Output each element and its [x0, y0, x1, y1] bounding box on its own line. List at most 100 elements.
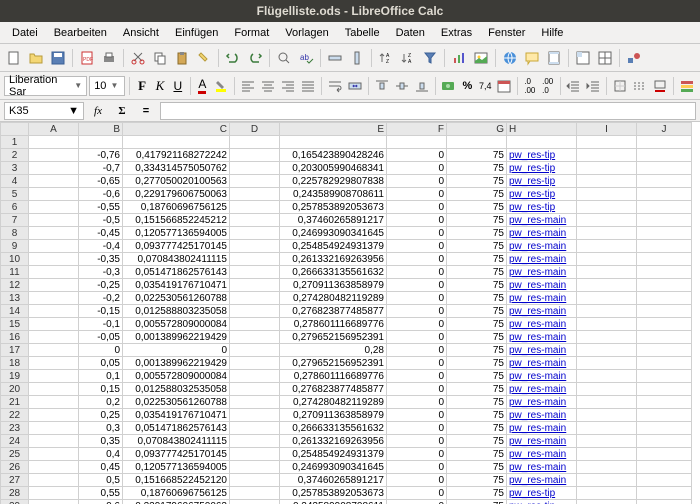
row-header[interactable]: 12 — [1, 279, 29, 292]
cell[interactable] — [29, 188, 79, 201]
cell[interactable] — [637, 279, 692, 292]
cell[interactable]: -0,1 — [79, 318, 123, 331]
cell[interactable] — [577, 396, 637, 409]
col-header-B[interactable]: B — [79, 123, 123, 136]
cell[interactable]: -0,35 — [79, 253, 123, 266]
cell[interactable]: pw_res-main — [507, 318, 577, 331]
save-icon[interactable] — [48, 48, 68, 68]
row-header[interactable]: 4 — [1, 175, 29, 188]
new-icon[interactable] — [4, 48, 24, 68]
cell[interactable]: pw_res-main — [507, 214, 577, 227]
cell[interactable]: 75 — [447, 188, 507, 201]
wrap-text-icon[interactable] — [326, 76, 344, 96]
autofilter-icon[interactable] — [420, 48, 440, 68]
cell[interactable] — [577, 188, 637, 201]
cell[interactable] — [29, 305, 79, 318]
cell[interactable]: 0 — [387, 357, 447, 370]
row-header[interactable]: 10 — [1, 253, 29, 266]
col-header-A[interactable]: A — [29, 123, 79, 136]
cell[interactable]: 75 — [447, 448, 507, 461]
cell[interactable] — [577, 292, 637, 305]
cell[interactable]: 0,022530561260788 — [123, 396, 230, 409]
cell[interactable] — [577, 214, 637, 227]
row-header[interactable]: 9 — [1, 240, 29, 253]
col-header-G[interactable]: G — [447, 123, 507, 136]
cell[interactable]: 0,246993090341645 — [280, 461, 387, 474]
cell[interactable] — [230, 435, 280, 448]
row-icon[interactable] — [325, 48, 345, 68]
cell[interactable]: 0,25 — [79, 409, 123, 422]
cell[interactable] — [29, 175, 79, 188]
cell[interactable] — [637, 422, 692, 435]
cell[interactable] — [637, 305, 692, 318]
row-header[interactable]: 13 — [1, 292, 29, 305]
cell[interactable] — [577, 383, 637, 396]
row-header[interactable]: 29 — [1, 500, 29, 504]
paste-icon[interactable] — [172, 48, 192, 68]
cell[interactable]: 0,270911363858979 — [280, 409, 387, 422]
row-header[interactable]: 14 — [1, 305, 29, 318]
chart-icon[interactable] — [449, 48, 469, 68]
cell[interactable] — [637, 357, 692, 370]
cell[interactable]: -0,2 — [79, 292, 123, 305]
equals-icon[interactable]: = — [136, 101, 156, 121]
sort-desc-icon[interactable]: ZA — [398, 48, 418, 68]
cell[interactable]: -0,55 — [79, 201, 123, 214]
cell[interactable]: 0,012588803235058 — [123, 305, 230, 318]
row-header[interactable]: 27 — [1, 474, 29, 487]
cell[interactable]: 0,225782929807838 — [280, 175, 387, 188]
sum-icon[interactable]: Σ — [112, 101, 132, 121]
cell[interactable]: 0,257853892053673 — [280, 487, 387, 500]
cell[interactable]: 0,151668522452120 — [123, 474, 230, 487]
cell[interactable]: -0,65 — [79, 175, 123, 188]
cell[interactable]: pw_res-main — [507, 240, 577, 253]
cell[interactable]: 0 — [387, 435, 447, 448]
row-header[interactable]: 28 — [1, 487, 29, 500]
cell[interactable]: 0,5 — [79, 474, 123, 487]
row-header[interactable]: 18 — [1, 357, 29, 370]
cell[interactable]: 0,18760696756125 — [123, 201, 230, 214]
cell[interactable] — [29, 500, 79, 504]
align-justify-icon[interactable] — [299, 76, 317, 96]
cell[interactable]: pw_res-main — [507, 357, 577, 370]
cell[interactable] — [230, 500, 280, 504]
cell[interactable]: 0 — [387, 292, 447, 305]
cell[interactable] — [230, 461, 280, 474]
cell[interactable]: pw_res-main — [507, 461, 577, 474]
cell[interactable] — [29, 227, 79, 240]
cell[interactable] — [29, 422, 79, 435]
cell[interactable]: 0,093777425170145 — [123, 448, 230, 461]
cell[interactable]: 0,37460265891217 — [280, 474, 387, 487]
cell[interactable] — [29, 266, 79, 279]
cell[interactable]: 0,012588032535058 — [123, 383, 230, 396]
cell[interactable] — [230, 279, 280, 292]
cell[interactable]: 0,278601116689776 — [280, 370, 387, 383]
cell[interactable] — [637, 266, 692, 279]
cell[interactable]: 0,022530561260788 — [123, 292, 230, 305]
row-header[interactable]: 11 — [1, 266, 29, 279]
cell[interactable] — [230, 448, 280, 461]
cell[interactable] — [29, 409, 79, 422]
cell[interactable]: 0 — [387, 266, 447, 279]
cell[interactable]: 0,05 — [79, 357, 123, 370]
cell[interactable] — [29, 396, 79, 409]
cell[interactable]: 75 — [447, 292, 507, 305]
cell[interactable]: 75 — [447, 370, 507, 383]
row-header[interactable]: 26 — [1, 461, 29, 474]
cell[interactable] — [637, 162, 692, 175]
bold-icon[interactable]: F — [134, 76, 150, 96]
cell[interactable] — [637, 331, 692, 344]
row-header[interactable]: 22 — [1, 409, 29, 422]
border-style-icon[interactable] — [631, 76, 649, 96]
cell[interactable]: -0,6 — [79, 188, 123, 201]
cell[interactable]: 0,45 — [79, 461, 123, 474]
open-icon[interactable] — [26, 48, 46, 68]
cell[interactable]: 0 — [387, 318, 447, 331]
cell[interactable]: -0,15 — [79, 305, 123, 318]
cell[interactable]: 0 — [387, 500, 447, 504]
border-color-icon[interactable] — [651, 76, 669, 96]
cell[interactable]: 0 — [387, 474, 447, 487]
select-all-corner[interactable] — [1, 123, 29, 136]
menu-tabelle[interactable]: Tabelle — [337, 24, 388, 42]
cell[interactable] — [230, 240, 280, 253]
